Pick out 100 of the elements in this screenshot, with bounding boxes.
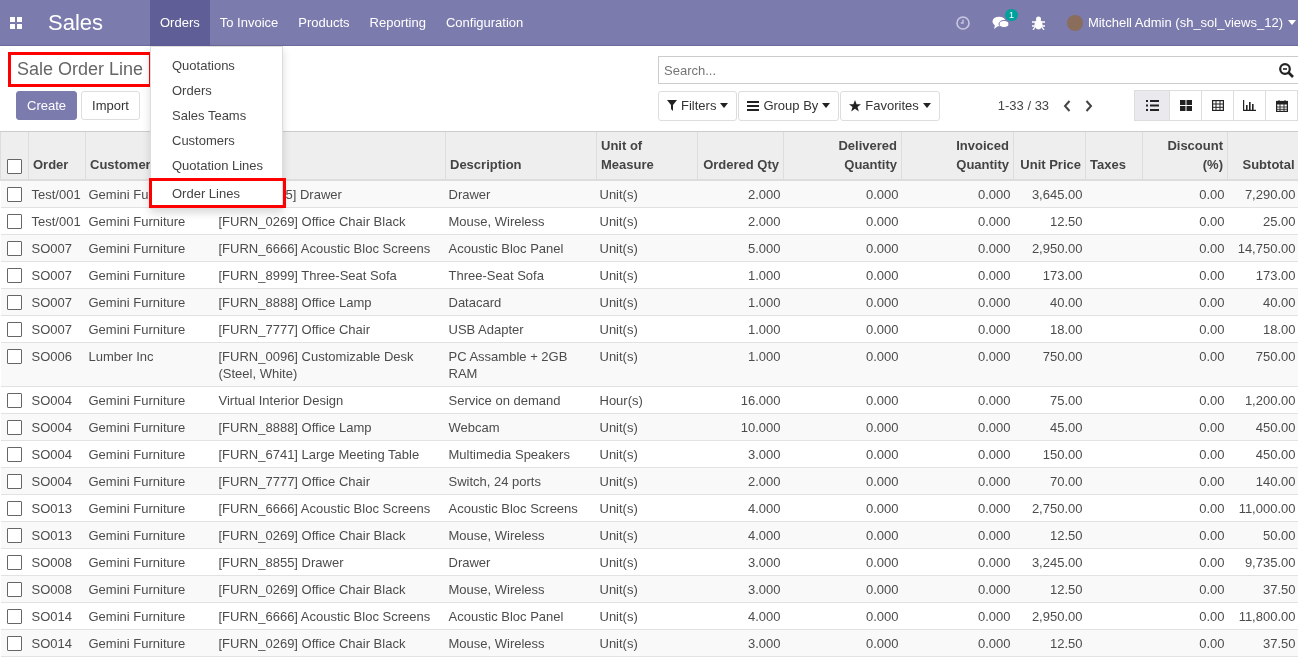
table-cell: 0.000 — [865, 295, 899, 310]
table-cell: 1.000 — [747, 268, 781, 283]
table-cell: 750.00 — [1042, 349, 1083, 364]
table-cell: Unit(s) — [599, 528, 638, 543]
import-button[interactable]: Import — [81, 91, 140, 120]
table-cell: 12.50 — [1049, 636, 1083, 651]
row-checkbox[interactable] — [7, 187, 22, 203]
table-cell: [FURN_6741] Large Meeting Table — [218, 447, 420, 462]
table-cell: 3.000 — [747, 582, 781, 597]
table-cell: Unit(s) — [599, 295, 638, 310]
table-cell: SO014 — [31, 636, 72, 651]
apps-menu-icon[interactable] — [10, 16, 22, 29]
table-cell: Acoustic Bloc Panel — [448, 241, 564, 256]
table-cell: Unit(s) — [599, 582, 638, 597]
row-checkbox[interactable] — [7, 241, 22, 257]
table-cell: 0.000 — [977, 393, 1011, 408]
row-checkbox[interactable] — [7, 582, 22, 598]
list-view-button[interactable] — [1135, 91, 1169, 120]
table-cell: 12.50 — [1049, 214, 1083, 229]
table-cell: Three-Seat Sofa — [448, 268, 544, 283]
table-cell: 0.000 — [977, 582, 1011, 597]
table-cell: 0.000 — [865, 349, 899, 364]
filter-dropdown-button[interactable]: Filters — [658, 90, 738, 121]
table-cell: [FURN_8999] Three-Seat Sofa — [218, 268, 397, 283]
nav-menu-item[interactable]: Configuration — [435, 0, 534, 46]
row-checkbox[interactable] — [7, 420, 22, 436]
table-cell: SO008 — [31, 555, 72, 570]
row-checkbox[interactable] — [7, 295, 22, 311]
table-cell: 9,735.00 — [1244, 555, 1296, 570]
row-checkbox[interactable] — [7, 636, 22, 652]
row-checkbox[interactable] — [7, 609, 22, 625]
table-cell: Unit(s) — [599, 322, 638, 337]
create-button[interactable]: Create — [16, 91, 78, 120]
table-cell: PC Assamble + 2GB RAM — [448, 349, 568, 381]
row-checkbox[interactable] — [7, 501, 22, 517]
table-cell: 0.00 — [1199, 187, 1225, 202]
row-checkbox[interactable] — [7, 214, 22, 230]
row-checkbox[interactable] — [7, 268, 22, 284]
table-cell: 0.000 — [865, 420, 899, 435]
table-cell: 0.000 — [865, 501, 899, 516]
table-cell: Acoustic Bloc Screens — [448, 501, 578, 516]
table-cell: Unit(s) — [599, 636, 638, 651]
row-checkbox[interactable] — [7, 322, 22, 338]
list-icon — [747, 100, 760, 111]
table-cell: 0.000 — [977, 609, 1011, 624]
table-cell: Unit(s) — [599, 241, 638, 256]
table-cell: Mouse, Wireless — [448, 528, 545, 543]
row-checkbox[interactable] — [7, 447, 22, 463]
search-field[interactable]: Search... — [658, 56, 1298, 84]
dropdown-item[interactable]: Order Lines — [149, 178, 286, 208]
table-cell: SO004 — [31, 420, 72, 435]
row-checkbox[interactable] — [7, 555, 22, 571]
table-cell: Mouse, Wireless — [448, 636, 545, 651]
row-checkbox[interactable] — [7, 349, 22, 365]
table-cell: 0.000 — [977, 636, 1011, 651]
table-cell: 25.00 — [1262, 214, 1296, 229]
table-cell: 75.00 — [1049, 393, 1083, 408]
table-cell: SO004 — [31, 393, 72, 408]
table-cell: USB Adapter — [448, 322, 524, 337]
row-checkbox[interactable] — [7, 393, 22, 409]
table-cell: 0.000 — [977, 447, 1011, 462]
calendar-icon — [1275, 99, 1288, 112]
table-cell: Acoustic Bloc Panel — [448, 609, 564, 624]
table-cell: 4.000 — [747, 501, 781, 516]
filter-dropdown-button[interactable]: Group By — [738, 90, 840, 121]
table-cell: Switch, 24 ports — [448, 474, 541, 489]
dropdown-item[interactable]: Quotation Lines — [151, 153, 282, 178]
table-cell: Unit(s) — [599, 420, 638, 435]
table-cell: Gemini Furniture — [88, 295, 186, 310]
bug-icon[interactable] — [1031, 15, 1045, 30]
table-cell: Mouse, Wireless — [448, 214, 545, 229]
table-cell: 1,200.00 — [1244, 393, 1296, 408]
nav-menu-item[interactable]: Orders — [150, 0, 210, 46]
caret-icon — [1288, 20, 1296, 25]
nav-menu-item[interactable]: Products — [288, 0, 360, 46]
search-icon[interactable] — [1279, 63, 1294, 78]
nav-menu-item[interactable]: Reporting — [359, 0, 436, 46]
table-cell: Unit(s) — [599, 474, 638, 489]
previous-icon[interactable] — [1063, 99, 1072, 112]
grid-icon — [1179, 100, 1192, 111]
dropdown-item[interactable]: Sales Teams — [151, 103, 282, 128]
table-cell: 0.00 — [1199, 349, 1225, 364]
row-checkbox[interactable] — [7, 474, 22, 490]
dropdown-item[interactable]: Quotations — [151, 53, 282, 78]
user-menu[interactable]: Mitchell Admin (sh_sol_views_12) — [1066, 14, 1296, 31]
table-cell: 0.00 — [1199, 214, 1225, 229]
dropdown-item[interactable]: Orders — [151, 78, 282, 103]
row-checkbox[interactable] — [7, 528, 22, 544]
table-cell: Test/001 — [31, 187, 81, 202]
table-cell: SO006 — [31, 349, 72, 364]
chat-icon[interactable] — [991, 15, 1010, 30]
next-icon[interactable] — [1085, 99, 1094, 112]
select-all-checkbox[interactable] — [7, 159, 22, 175]
table-cell: Gemini Furniture — [88, 528, 186, 543]
filter-dropdown-button[interactable]: Favorites — [840, 90, 940, 121]
table-cell: 0.00 — [1199, 474, 1225, 489]
nav-menu-item[interactable]: To Invoice — [209, 0, 289, 46]
table-cell: Unit(s) — [599, 555, 638, 570]
dropdown-item[interactable]: Customers — [151, 128, 282, 153]
caret-icon — [720, 103, 729, 108]
